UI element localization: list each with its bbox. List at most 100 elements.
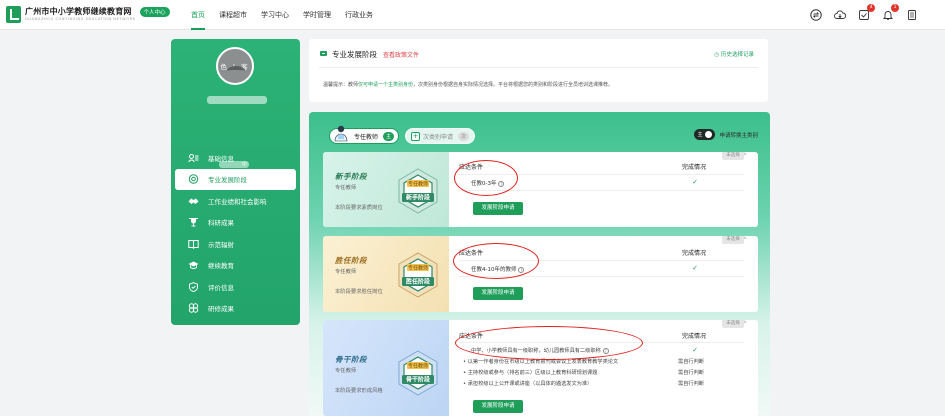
main-nav: 首页 课程超市 学习中心 学时管理 行政业务 bbox=[191, 0, 387, 30]
menu-label: 示范辐射 bbox=[208, 240, 234, 249]
self-judge-text: 需自行判断 bbox=[678, 381, 704, 387]
stage-requirement: 本阶段要求形成风格 bbox=[335, 388, 383, 394]
condition-header: 应达条件 bbox=[459, 164, 484, 171]
nav-admin-business[interactable]: 行政业务 bbox=[345, 0, 373, 30]
shield-icon bbox=[187, 281, 199, 292]
book-icon bbox=[187, 239, 199, 249]
divider bbox=[459, 174, 744, 175]
condition-row: 任教0-3年? bbox=[471, 179, 505, 187]
history-link[interactable]: ◷ 历史选择记录 bbox=[714, 50, 754, 58]
nav-learning-center[interactable]: 学习中心 bbox=[261, 0, 289, 30]
stage-role: 专任教师 bbox=[335, 185, 357, 191]
stage-card-right: 应达条件 完成情况 未选择 任教0-3年? ✓ 发展阶段申请 bbox=[459, 152, 758, 227]
self-judge-text: 需自行判断 bbox=[678, 370, 704, 376]
menu-demonstration[interactable]: 示范辐射 bbox=[175, 233, 296, 255]
stage-role: 专任教师 bbox=[335, 368, 357, 374]
apply-stage-button[interactable]: 发展阶段申请 bbox=[473, 202, 523, 215]
tab-primary-label: 专任教师 bbox=[354, 133, 379, 141]
nav-home[interactable]: 首页 bbox=[191, 0, 205, 30]
condition-text: 中学、小学教师具有一级职称，幼儿园教师具有二级职称 bbox=[471, 348, 601, 354]
stage-name: 新手阶段 bbox=[335, 172, 367, 181]
apply-stage-button[interactable]: 发展阶段申请 bbox=[473, 400, 523, 413]
medal-main-text: 骨干阶段 bbox=[406, 376, 430, 384]
nav-course-market[interactable]: 课程超市 bbox=[219, 0, 247, 30]
menu-continuing-education[interactable]: 继续教育 bbox=[175, 255, 296, 277]
menu-label: 工作业绩和社会影响 bbox=[208, 197, 267, 206]
switch-label: 主 bbox=[697, 132, 703, 138]
medal-top-text: 专任教师 bbox=[408, 181, 428, 188]
header-tools: 4 1 bbox=[799, 4, 919, 22]
profile-sidebar: 色 | 客 中 基础信息 专业发展阶段 工作业绩和社会影响 科研成果 示范辐射 … bbox=[171, 39, 300, 325]
check-icon: ✓ bbox=[692, 346, 698, 354]
help-icon[interactable]: ? bbox=[518, 266, 525, 273]
result-header: 完成情况 bbox=[681, 333, 706, 340]
trophy-icon bbox=[187, 217, 199, 227]
policy-file-link[interactable]: 查看政策文件 bbox=[383, 50, 419, 59]
switch-primary-category[interactable]: 主 申请转换主类别 bbox=[694, 129, 758, 140]
condition-text: 以第一作者身份在市级以上教育报刊或会议上发表教育教学类论文 bbox=[467, 359, 619, 365]
tab-primary-category[interactable]: 专任教师 主 bbox=[329, 125, 400, 144]
exchange-icon[interactable] bbox=[809, 8, 823, 22]
stage-name: 胜任阶段 bbox=[335, 256, 367, 265]
site-logo[interactable]: 广州市中小学教师继续教育网 GUANGZHOU CONTINUING EDUCA… bbox=[6, 6, 170, 23]
logo-subtitle: GUANGZHOU CONTINUING EDUCATION NETWORK bbox=[25, 17, 136, 21]
toggle-knob-icon bbox=[705, 131, 713, 138]
apply-stage-button[interactable]: 发展阶段申请 bbox=[473, 287, 523, 300]
menu-label: 评价信息 bbox=[208, 283, 234, 292]
stage-card-backbone: 骨干阶段 专任教师 本阶段要求形成风格 专任教师 骨干阶段 应达条件 完成情况 … bbox=[323, 320, 758, 416]
medal-top-text: 专任教师 bbox=[408, 363, 428, 370]
condition-header: 应达条件 bbox=[459, 250, 484, 257]
task-check-icon[interactable]: 4 bbox=[857, 4, 875, 22]
target-icon bbox=[187, 174, 199, 184]
bell-icon[interactable]: 1 bbox=[881, 4, 899, 22]
menu-work-achievements[interactable]: 工作业绩和社会影响 bbox=[175, 190, 296, 212]
stage-card-right: 应达条件 完成情况 未选择 任教4-10年的教师? ✓ 发展阶段申请 bbox=[459, 236, 758, 312]
switch-toggle[interactable]: 主 bbox=[694, 129, 716, 140]
personal-center-badge[interactable]: 个人中心 bbox=[139, 6, 170, 17]
tip-prefix: 温馨提示：教师 bbox=[323, 82, 359, 88]
avatar[interactable]: 色 | 客 bbox=[216, 47, 254, 85]
cloud-download-icon[interactable] bbox=[833, 8, 847, 22]
self-judge-text: 需自行判断 bbox=[678, 359, 704, 365]
secondary-badge: 次 bbox=[458, 131, 470, 141]
medal-main-text: 新手阶段 bbox=[406, 194, 430, 202]
graduation-cap-icon bbox=[187, 260, 199, 270]
bell-count-badge: 1 bbox=[891, 4, 899, 12]
tip-highlight: 仅可申请一个主类别身份 bbox=[358, 82, 414, 88]
check-icon: ✓ bbox=[692, 178, 698, 186]
divider bbox=[459, 342, 744, 343]
tab-secondary-category[interactable]: + 次类别申请 次 bbox=[405, 128, 476, 144]
menu-training-results[interactable]: 研修成果 bbox=[175, 298, 296, 320]
switch-text: 申请转换主类别 bbox=[719, 132, 758, 139]
page-title: 专业发展阶段 bbox=[332, 50, 377, 59]
plus-icon: + bbox=[411, 131, 421, 141]
menu-research-results[interactable]: 科研成果 bbox=[175, 212, 296, 234]
divider bbox=[459, 276, 744, 277]
history-label: 历史选择记录 bbox=[720, 52, 754, 58]
stage-header-panel: 专业发展阶段 查看政策文件 ◷ 历史选择记录 温馨提示：教师仅可申请一个主类别身… bbox=[309, 39, 768, 102]
menu-basic-info[interactable]: 基础信息 bbox=[175, 147, 296, 169]
not-selected-ribbon: 未选择 bbox=[722, 236, 747, 244]
primary-badge: 主 bbox=[383, 131, 395, 141]
menu-label: 基础信息 bbox=[208, 154, 234, 163]
menu-professional-stage[interactable]: 专业发展阶段 bbox=[175, 168, 296, 190]
medal-top-text: 专任教师 bbox=[408, 265, 428, 272]
nav-credit-management[interactable]: 学时管理 bbox=[303, 0, 331, 30]
person-card-icon bbox=[187, 153, 199, 163]
stage-role: 专任教师 bbox=[335, 269, 357, 275]
menu-label: 科研成果 bbox=[208, 219, 234, 228]
condition-row: 任教4-10年的教师? bbox=[471, 265, 525, 273]
result-header: 完成情况 bbox=[681, 164, 706, 171]
not-selected-ribbon: 未选择 bbox=[722, 320, 747, 328]
condition-row: • 承担校级以上公开课或讲座（以具体的遴选发文为准） bbox=[463, 381, 593, 387]
help-icon[interactable]: ? bbox=[498, 180, 505, 187]
divider bbox=[459, 190, 744, 191]
divider bbox=[459, 260, 744, 261]
document-icon[interactable] bbox=[905, 8, 919, 22]
stage-name: 骨干阶段 bbox=[335, 355, 367, 364]
condition-row: • 主持校级或参与（排名前三）区级以上教育科研规划课题 bbox=[463, 370, 598, 376]
menu-evaluation-info[interactable]: 评价信息 bbox=[175, 276, 296, 298]
condition-text: 承担校级以上公开课或讲座（以具体的遴选发文为准） bbox=[467, 381, 593, 387]
help-icon[interactable]: ? bbox=[602, 347, 609, 354]
divider bbox=[319, 67, 758, 68]
